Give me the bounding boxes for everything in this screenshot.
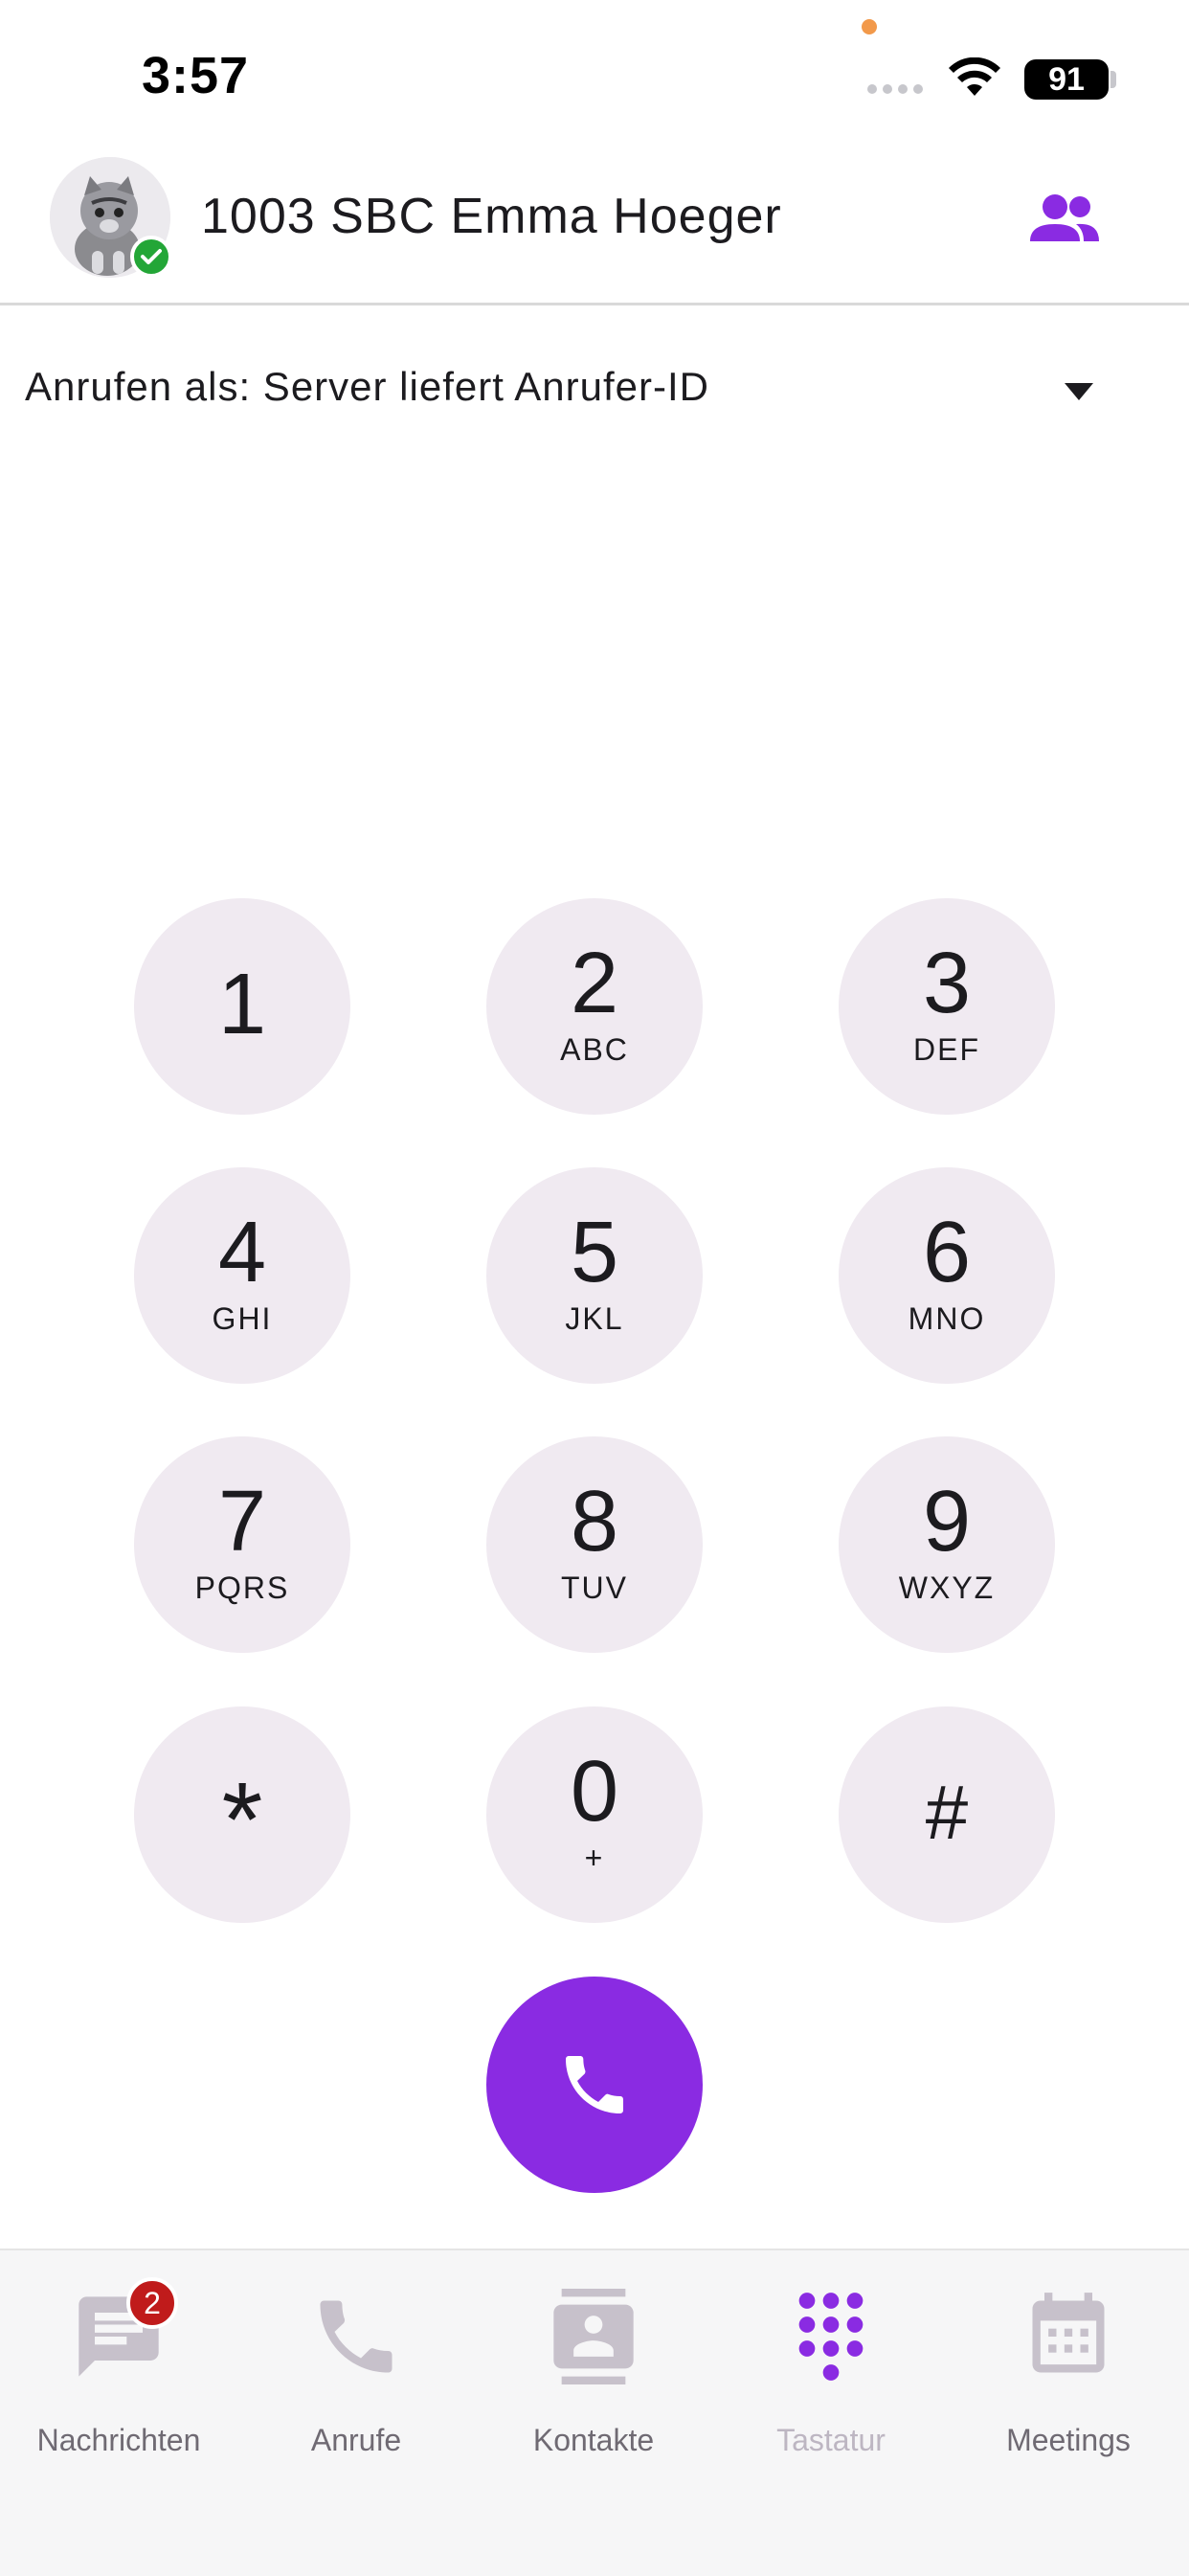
key-3[interactable]: 3 DEF bbox=[839, 898, 1055, 1115]
key-digit: 6 bbox=[922, 1205, 972, 1300]
nav-tab-tastatur[interactable]: Tastatur bbox=[712, 2250, 950, 2499]
unread-badge: 2 bbox=[126, 2277, 178, 2329]
dropdown-arrow-icon[interactable] bbox=[1063, 381, 1095, 402]
header: 1003 SBC Emma Hoeger bbox=[0, 144, 1189, 305]
key-letters: TUV bbox=[561, 1570, 628, 1605]
key-letters: DEF bbox=[913, 1032, 980, 1067]
battery-indicator: 91 bbox=[1024, 59, 1109, 100]
nav-tab-nachrichten[interactable]: 2 Nachrichten bbox=[0, 2250, 237, 2499]
key-digit: 1 bbox=[217, 957, 267, 1052]
contacts-icon bbox=[553, 2289, 634, 2384]
call-button[interactable] bbox=[486, 1977, 703, 2193]
cellular-signal-icon bbox=[867, 84, 923, 94]
nav-label: Meetings bbox=[1006, 2423, 1131, 2457]
key-hash[interactable]: # bbox=[839, 1706, 1055, 1923]
key-digit: 9 bbox=[922, 1474, 972, 1570]
nav-label: Nachrichten bbox=[36, 2423, 201, 2457]
key-digit: * bbox=[221, 1761, 263, 1879]
key-digit: # bbox=[925, 1770, 969, 1855]
nav-label: Tastatur bbox=[776, 2423, 886, 2457]
key-digit: 8 bbox=[570, 1474, 619, 1570]
nav-label: Anrufe bbox=[310, 2423, 402, 2457]
key-digit: 7 bbox=[217, 1474, 267, 1570]
key-digit: 5 bbox=[570, 1205, 619, 1300]
key-letters: PQRS bbox=[194, 1570, 290, 1605]
wifi-icon bbox=[949, 57, 1000, 96]
key-9[interactable]: 9 WXYZ bbox=[839, 1436, 1055, 1653]
key-letters: ABC bbox=[560, 1032, 629, 1067]
calendar-icon bbox=[1032, 2293, 1105, 2373]
key-6[interactable]: 6 MNO bbox=[839, 1167, 1055, 1384]
key-letters: WXYZ bbox=[898, 1570, 996, 1605]
battery-cap bbox=[1110, 71, 1116, 88]
nav-label: Kontakte bbox=[532, 2423, 655, 2457]
phone-icon bbox=[566, 2056, 623, 2113]
key-digit: 3 bbox=[922, 936, 972, 1031]
key-digit: 0 bbox=[570, 1744, 619, 1840]
bottom-navigation: 2 Nachrichten Anrufe Kontakte Tastatur M… bbox=[0, 2248, 1189, 2576]
nav-tab-meetings[interactable]: Meetings bbox=[950, 2250, 1187, 2499]
people-icon[interactable] bbox=[1028, 192, 1101, 245]
caller-id-selector[interactable]: Anrufen als: Server liefert Anrufer-ID bbox=[25, 364, 709, 410]
privacy-indicator bbox=[862, 19, 877, 34]
key-letters: + bbox=[584, 1841, 605, 1875]
key-5[interactable]: 5 JKL bbox=[486, 1167, 703, 1384]
key-letters: JKL bbox=[565, 1301, 624, 1336]
key-letters: MNO bbox=[908, 1301, 986, 1336]
key-digit: 2 bbox=[570, 936, 619, 1031]
status-bar: 3:57 91 bbox=[0, 0, 1189, 144]
status-time: 3:57 bbox=[142, 47, 250, 104]
key-8[interactable]: 8 TUV bbox=[486, 1436, 703, 1653]
nav-tab-anrufe[interactable]: Anrufe bbox=[237, 2250, 475, 2499]
key-star[interactable]: * bbox=[134, 1706, 350, 1923]
phone-icon bbox=[320, 2300, 393, 2373]
presence-online-icon bbox=[130, 236, 172, 278]
dialpad-icon bbox=[798, 2293, 864, 2381]
key-letters: GHI bbox=[212, 1301, 273, 1336]
key-2[interactable]: 2 ABC bbox=[486, 898, 703, 1115]
key-0[interactable]: 0 + bbox=[486, 1706, 703, 1923]
key-1[interactable]: 1 bbox=[134, 898, 350, 1115]
key-digit: 4 bbox=[217, 1205, 267, 1300]
nav-tab-kontakte[interactable]: Kontakte bbox=[475, 2250, 712, 2499]
key-4[interactable]: 4 GHI bbox=[134, 1167, 350, 1384]
key-7[interactable]: 7 PQRS bbox=[134, 1436, 350, 1653]
account-name: 1003 SBC Emma Hoeger bbox=[201, 189, 782, 244]
